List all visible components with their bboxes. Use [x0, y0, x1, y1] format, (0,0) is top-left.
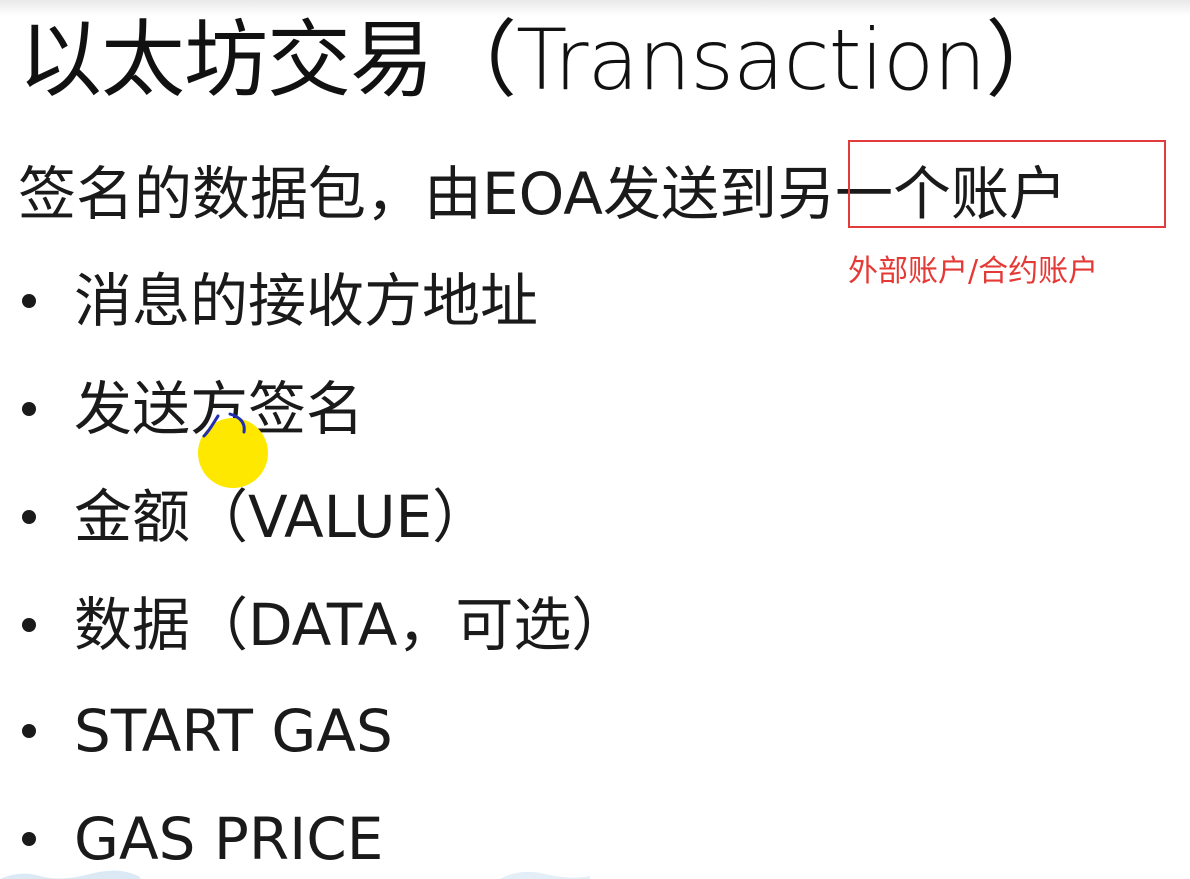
bullet-dot — [22, 832, 36, 846]
slide-title: 以太坊交易（Transaction） — [18, 11, 1070, 109]
decorative-bottom-edge — [0, 870, 590, 879]
bullet-dot — [22, 402, 36, 416]
bullet-text: 数据（DATA，可选） — [74, 591, 630, 659]
bullet-dot — [22, 294, 36, 308]
highlight-box — [848, 140, 1166, 228]
bullet-text: START GAS — [74, 697, 393, 765]
highlight-annotation: 外部账户/合约账户 — [848, 254, 1099, 289]
pen-ink-stroke — [202, 412, 246, 438]
bullet-text: 金额（VALUE） — [74, 483, 491, 551]
bullet-dot — [22, 724, 36, 738]
bullet-text: 消息的接收方地址 — [74, 267, 539, 335]
slide: 以太坊交易（Transaction） 签名的数据包，由EOA发送到另一个账户 外… — [0, 0, 1190, 879]
bullet-dot — [22, 510, 36, 524]
bullet-dot — [22, 618, 36, 632]
